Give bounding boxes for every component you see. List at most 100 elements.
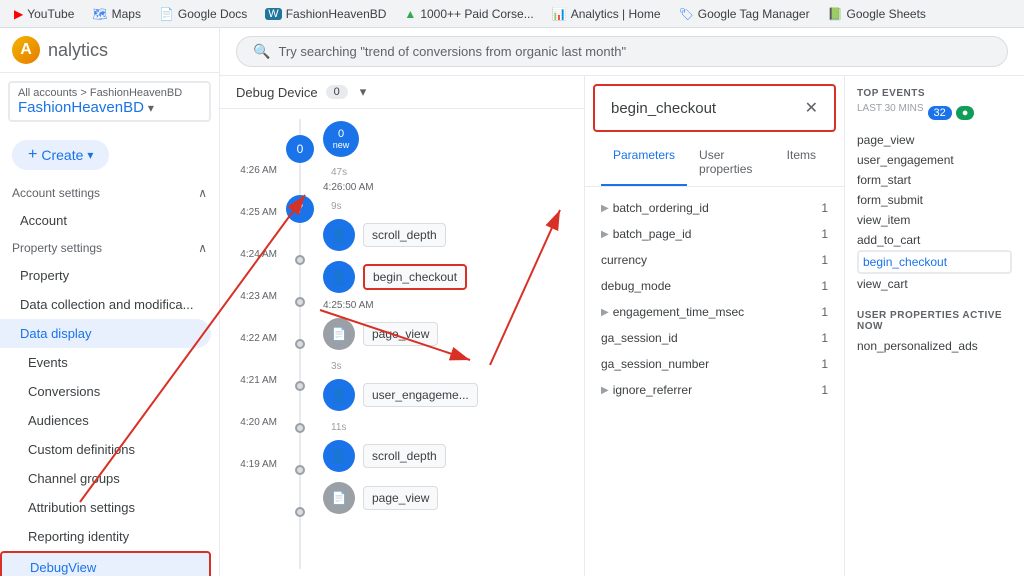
event-name-page-view-1[interactable]: page_view xyxy=(363,322,438,346)
account-settings-section[interactable]: Account settings ∧ xyxy=(0,180,219,206)
time-label-0: 4:26 AM xyxy=(220,149,285,191)
event-row-scroll-depth[interactable]: 👤 scroll_depth xyxy=(315,214,584,256)
param-name-3: debug_mode xyxy=(601,279,671,293)
bookmark-sheets[interactable]: 📗 Google Sheets xyxy=(822,5,932,23)
detail-title: begin_checkout xyxy=(611,100,716,117)
timestamp-4-25-50: 4:25:50 AM xyxy=(315,298,584,313)
plus-icon: + xyxy=(28,146,37,164)
event-name-scroll-depth-2[interactable]: scroll_depth xyxy=(363,444,446,468)
sidebar-item-channel-groups[interactable]: Channel groups xyxy=(0,464,211,493)
event-avatar-begin-checkout: 👤 xyxy=(323,261,355,293)
search-icon: 🔍 xyxy=(253,43,270,60)
bookmark-tag-manager[interactable]: 🏷 Google Tag Manager xyxy=(673,5,816,23)
detail-panel: begin_checkout ✕ Parameters User propert… xyxy=(584,76,844,576)
expand-arrow-icon[interactable]: ▶ xyxy=(601,203,609,214)
tab-items[interactable]: Items xyxy=(775,140,828,186)
event-name-user-engagement[interactable]: user_engageme... xyxy=(363,383,478,407)
bookmark-analytics[interactable]: 📊 Analytics | Home xyxy=(546,5,667,23)
dot-4 xyxy=(295,381,305,391)
bookmarks-bar: ▶ YouTube 🗺 Maps 📄 Google Docs W Fashion… xyxy=(0,0,1024,28)
property-breadcrumb: All accounts > FashionHeavenBD xyxy=(18,87,201,99)
gap-11s: 11s xyxy=(315,416,584,435)
bookmark-docs[interactable]: 📄 Google Docs xyxy=(153,5,253,23)
param-name-0: ▶ batch_ordering_id xyxy=(601,201,709,215)
property-selector[interactable]: All accounts > FashionHeavenBD FashionHe… xyxy=(8,81,211,122)
param-value-7: 1 xyxy=(821,383,828,397)
detail-params-list: ▶ batch_ordering_id 1 ▶ batch_page_id 1 xyxy=(585,187,844,576)
event-avatar-page-view-1: 📄 xyxy=(323,318,355,350)
top-event-form-submit[interactable]: form_submit xyxy=(857,190,1012,210)
property-settings-section[interactable]: Property settings ∧ xyxy=(0,235,219,261)
event-name-begin-checkout[interactable]: begin_checkout xyxy=(363,264,467,290)
param-value-3: 1 xyxy=(821,279,828,293)
expand-arrow-icon-7[interactable]: ▶ xyxy=(601,385,609,396)
bookmark-fashionheavenbd[interactable]: W FashionHeavenBD xyxy=(259,5,392,23)
chevron-down-icon: ▾ xyxy=(148,101,154,115)
bookmark-youtube[interactable]: ▶ YouTube xyxy=(8,5,80,23)
param-name-7: ▶ ignore_referrer xyxy=(601,383,692,397)
bookmark-maps[interactable]: 🗺 Maps xyxy=(86,5,147,23)
top-event-view-item[interactable]: view_item xyxy=(857,210,1012,230)
debug-timeline: 4:26 AM 4:25 AM 4:24 AM 4:23 AM 4:22 AM … xyxy=(220,109,584,569)
create-button[interactable]: + Create ▾ xyxy=(12,140,109,170)
event-row-begin-checkout[interactable]: 👤 begin_checkout xyxy=(315,256,584,298)
user-props-title: USER PROPERTIES ACTIVE NOW xyxy=(857,310,1012,332)
top-events-count-green: ● xyxy=(956,106,975,120)
event-avatar-page-view-2: 📄 xyxy=(323,482,355,514)
param-row-4: ▶ engagement_time_msec 1 xyxy=(585,299,844,325)
detail-panel-header: begin_checkout ✕ xyxy=(593,84,836,132)
time-label-5: 4:21 AM xyxy=(220,359,285,401)
expand-arrow-icon-1[interactable]: ▶ xyxy=(601,229,609,240)
sidebar-item-debugview[interactable]: DebugView xyxy=(0,551,211,576)
timestamp-4-26: 4:26:00 AM xyxy=(315,180,584,195)
dropdown-arrow-icon[interactable]: ▾ xyxy=(360,84,367,100)
event-row-page-view[interactable]: 📄 page_view xyxy=(315,313,584,355)
top-event-add-to-cart[interactable]: add_to_cart xyxy=(857,230,1012,250)
close-icon[interactable]: ✕ xyxy=(805,98,818,118)
chevron-up-icon: ∧ xyxy=(198,241,207,255)
sidebar-item-events[interactable]: Events xyxy=(0,348,211,377)
param-row-2: currency 1 xyxy=(585,247,844,273)
param-value-5: 1 xyxy=(821,331,828,345)
sidebar-item-property[interactable]: Property xyxy=(0,261,211,290)
bookmark-courses[interactable]: ▲ 1000++ Paid Corse... xyxy=(398,5,539,23)
event-name-page-view-2[interactable]: page_view xyxy=(363,486,438,510)
event-row-scroll-depth-2[interactable]: 👤 scroll_depth xyxy=(315,435,584,477)
gap-3s: 3s xyxy=(315,355,584,374)
param-row-3: debug_mode 1 xyxy=(585,273,844,299)
param-value-4: 1 xyxy=(821,305,828,319)
top-event-user-engagement[interactable]: user_engagement xyxy=(857,150,1012,170)
tab-parameters[interactable]: Parameters xyxy=(601,140,687,186)
expand-arrow-icon-4[interactable]: ▶ xyxy=(601,307,609,318)
dot-2 xyxy=(295,297,305,307)
top-event-begin-checkout[interactable]: begin_checkout xyxy=(857,250,1012,274)
event-row-page-view-2[interactable]: 📄 page_view xyxy=(315,477,584,519)
new-badge: 0 new xyxy=(323,121,359,157)
analytics-logo: A xyxy=(12,36,40,64)
sidebar-item-data-display[interactable]: Data display xyxy=(0,319,211,348)
event-row-new: 0 new xyxy=(315,117,584,161)
param-value-0: 1 xyxy=(821,201,828,215)
sidebar-item-data-collection[interactable]: Data collection and modifica... xyxy=(0,290,211,319)
sidebar-item-conversions[interactable]: Conversions xyxy=(0,377,211,406)
sidebar-item-audiences[interactable]: Audiences xyxy=(0,406,211,435)
sidebar-item-attribution-settings[interactable]: Attribution settings xyxy=(0,493,211,522)
search-bar[interactable]: 🔍 Try searching "trend of conversions fr… xyxy=(236,36,1008,67)
event-name-scroll-depth[interactable]: scroll_depth xyxy=(363,223,446,247)
debug-device-bar: Debug Device 0 ▾ xyxy=(220,76,584,109)
user-prop-non-personalized: non_personalized_ads xyxy=(857,336,1012,356)
top-event-view-cart[interactable]: view_cart xyxy=(857,274,1012,294)
detail-tabs: Parameters User properties Items xyxy=(585,140,844,187)
tab-user-properties[interactable]: User properties xyxy=(687,140,775,186)
param-row-1: ▶ batch_page_id 1 xyxy=(585,221,844,247)
top-event-page-view[interactable]: page_view xyxy=(857,130,1012,150)
timeline-dots: 0 7 xyxy=(285,109,315,569)
sidebar-item-account[interactable]: Account xyxy=(0,206,211,235)
time-label-4: 4:22 AM xyxy=(220,317,285,359)
analytics-header: A nalytics xyxy=(0,28,219,73)
event-row-user-engagement[interactable]: 👤 user_engageme... xyxy=(315,374,584,416)
top-event-form-start[interactable]: form_start xyxy=(857,170,1012,190)
property-name-selector[interactable]: FashionHeavenBD ▾ xyxy=(18,99,201,116)
sidebar-item-custom-definitions[interactable]: Custom definitions xyxy=(0,435,211,464)
sidebar-item-reporting-identity[interactable]: Reporting identity xyxy=(0,522,211,551)
